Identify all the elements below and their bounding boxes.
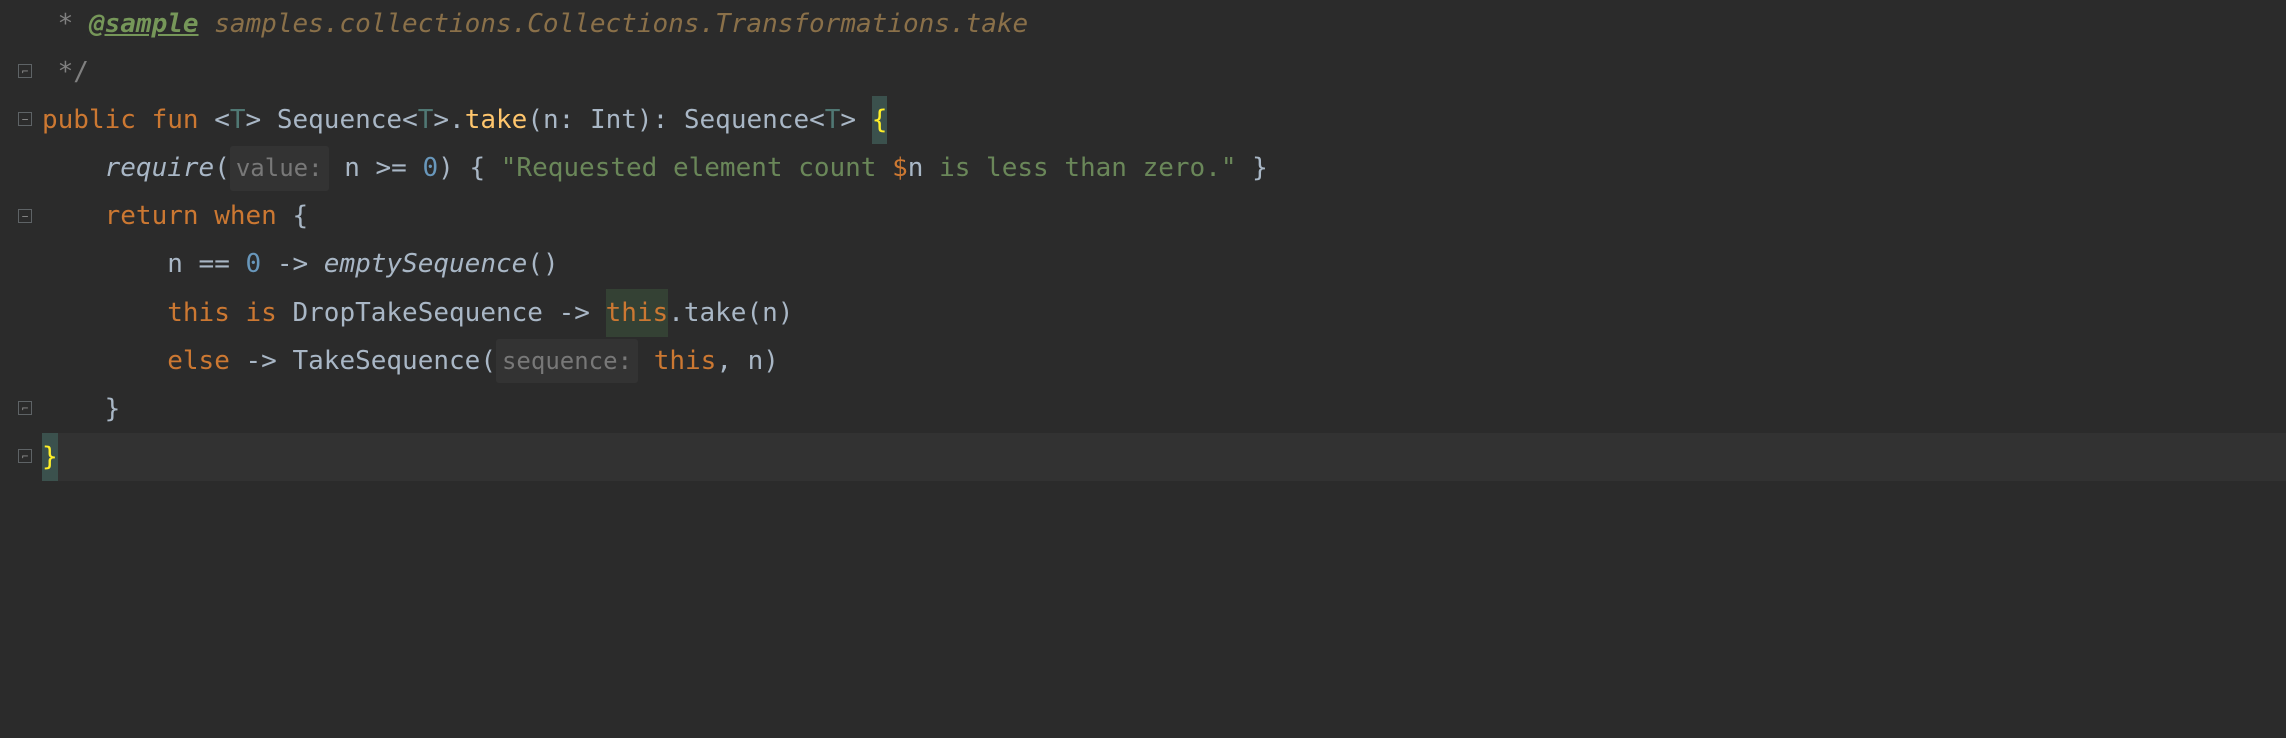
code-editor[interactable]: ⌐ − − ⌐ ⌐ * @sample samples.collections.… [0,0,2286,738]
code-area[interactable]: * @sample samples.collections.Collection… [38,0,2286,738]
kdoc-tag: @sample [89,0,199,48]
code-line[interactable]: } [42,385,2286,433]
code-line[interactable]: require(value: n >= 0) { "Requested elem… [42,144,2286,192]
code-line[interactable]: return when { [42,192,2286,240]
fn-empty-sequence: emptySequence [324,240,528,288]
kdoc-star: * [42,0,89,48]
keyword-this: this [654,337,717,385]
brace-open: { [872,96,888,144]
param-n: n [543,96,559,144]
code-line[interactable]: else -> TakeSequence(sequence: this, n) [42,337,2286,385]
code-line[interactable]: public fun <T> Sequence<T>.take(n: Int):… [42,96,2286,144]
keyword-return: return [105,192,199,240]
brace-close: } [105,385,121,433]
fold-marker-icon[interactable]: ⌐ [18,401,32,415]
type-sequence: Sequence [684,96,809,144]
fold-marker-icon[interactable]: ⌐ [18,449,32,463]
string-template-dollar: $ [892,144,908,192]
keyword-public: public [42,96,136,144]
string-literal: "Requested element count [501,144,892,192]
keyword-fun: fun [152,96,199,144]
keyword-this: this [167,289,230,337]
type-param: T [230,96,246,144]
number-literal: 0 [246,240,262,288]
type-drop-take: DropTakeSequence [292,289,542,337]
fn-take: take [684,289,747,337]
parameter-hint: sequence: [496,339,638,383]
type-take-sequence: TakeSequence [292,337,480,385]
keyword-is: is [246,289,277,337]
code-line[interactable]: this is DropTakeSequence -> this.take(n) [42,289,2286,337]
keyword-this-highlighted: this [606,289,669,337]
brace-close: } [42,433,58,481]
fold-marker-icon[interactable]: − [18,209,32,223]
type-int: Int [590,96,637,144]
code-line[interactable]: * @sample samples.collections.Collection… [42,0,2286,48]
parameter-hint: value: [230,146,329,190]
string-template-var: n [908,144,924,192]
type-param: T [825,96,841,144]
kdoc-end: */ [42,48,89,96]
fn-require: require [105,144,215,192]
keyword-else: else [167,337,230,385]
string-literal: is less than zero." [923,144,1236,192]
keyword-when: when [214,192,277,240]
code-line[interactable]: n == 0 -> emptySequence() [42,240,2286,288]
gutter: ⌐ − − ⌐ ⌐ [0,0,38,738]
code-line-current[interactable]: } [42,433,2286,481]
kdoc-text: samples.collections.Collections.Transfor… [199,0,1029,48]
type-param: T [418,96,434,144]
fold-marker-icon[interactable]: − [18,112,32,126]
type-sequence: Sequence [277,96,402,144]
function-name: take [465,96,528,144]
fold-marker-icon[interactable]: ⌐ [18,64,32,78]
code-line[interactable]: */ [42,48,2286,96]
number-literal: 0 [423,144,439,192]
